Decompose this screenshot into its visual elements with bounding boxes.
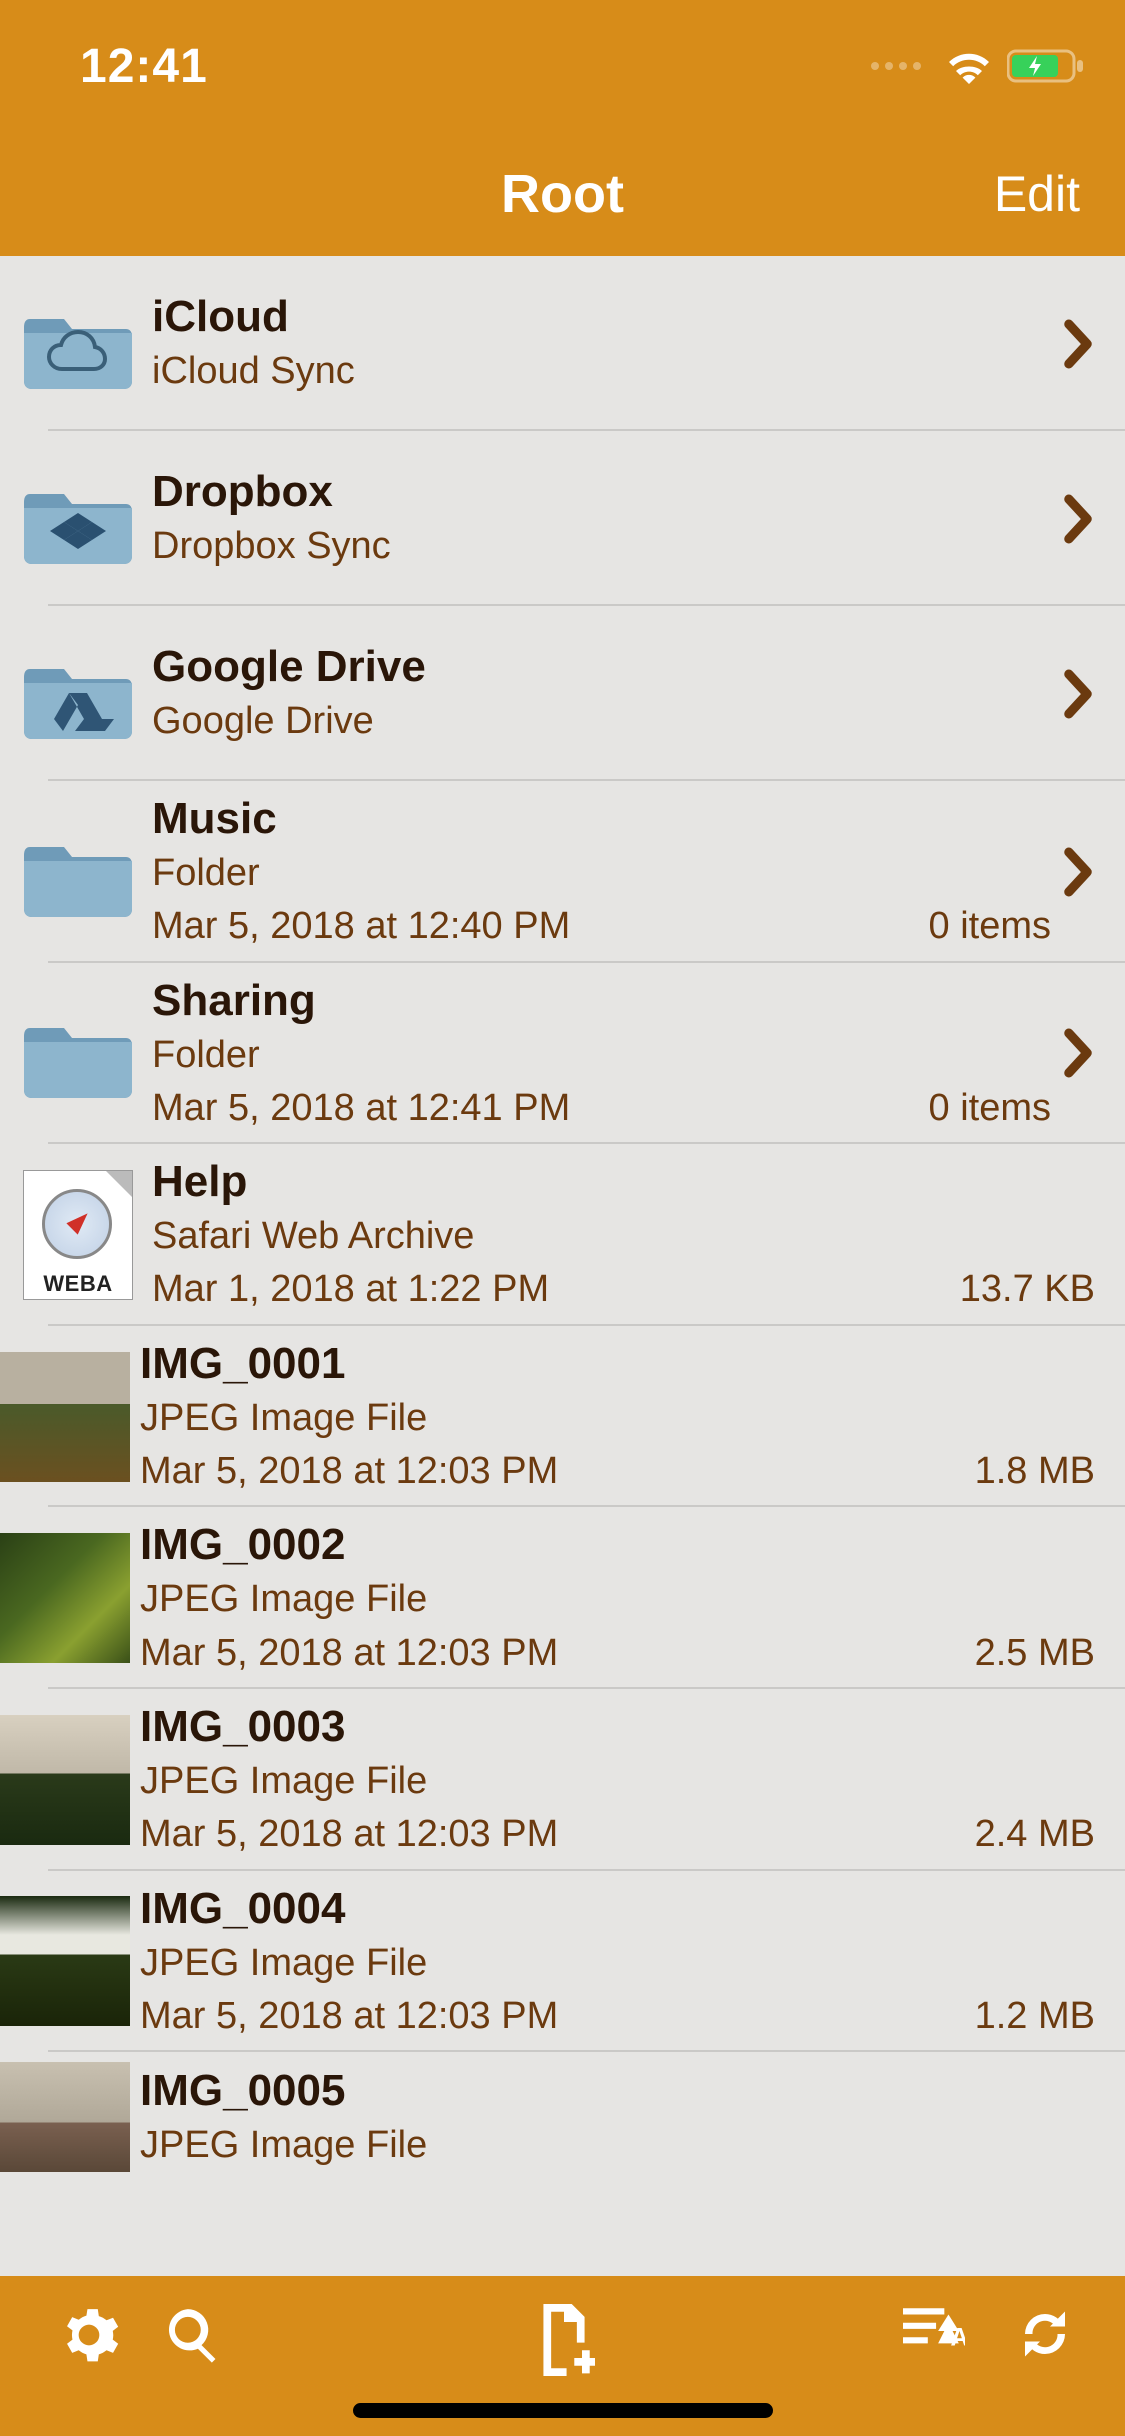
refresh-button[interactable] xyxy=(1015,2304,1075,2364)
item-date: Mar 5, 2018 at 12:03 PM xyxy=(140,1446,955,1497)
status-right xyxy=(871,47,1085,85)
wifi-icon xyxy=(945,48,993,84)
item-sub: Folder xyxy=(152,848,1051,899)
item-sub: Dropbox Sync xyxy=(152,521,1051,572)
list-item-img4[interactable]: IMG_0004 JPEG Image File Mar 5, 2018 at … xyxy=(0,1871,1125,2053)
item-date: Mar 5, 2018 at 12:03 PM xyxy=(140,1809,955,1860)
list-item-img3[interactable]: IMG_0003 JPEG Image File Mar 5, 2018 at … xyxy=(0,1689,1125,1871)
list-item-gdrive[interactable]: Google Drive Google Drive xyxy=(0,606,1125,781)
item-size: 13.7 KB xyxy=(960,1268,1095,1311)
folder-icon xyxy=(24,1008,132,1098)
chevron-right-icon xyxy=(1061,318,1095,370)
thumbnail-icon xyxy=(0,1896,130,2026)
list-item-help[interactable]: WEBA Help Safari Web Archive Mar 1, 2018… xyxy=(0,1144,1125,1326)
home-indicator xyxy=(353,2403,773,2418)
new-file-button[interactable] xyxy=(533,2304,595,2376)
item-sub: iCloud Sync xyxy=(152,346,1051,397)
chevron-right-icon xyxy=(1061,846,1095,898)
status-bar: 12:41 xyxy=(0,0,1125,132)
item-sub: Folder xyxy=(152,1030,1051,1081)
chevron-right-icon xyxy=(1061,1027,1095,1079)
list-item-music[interactable]: Music Folder Mar 5, 2018 at 12:40 PM 0 i… xyxy=(0,781,1125,963)
settings-button[interactable] xyxy=(58,2304,120,2366)
item-size: 0 items xyxy=(929,905,1051,948)
thumbnail-icon xyxy=(0,2062,130,2172)
edit-button[interactable]: Edit xyxy=(994,165,1080,223)
item-name: Music xyxy=(152,791,1051,846)
item-sub: JPEG Image File xyxy=(140,1938,1095,1989)
item-sub: JPEG Image File xyxy=(140,1756,1095,1807)
webarchive-icon: WEBA xyxy=(23,1170,133,1300)
item-size: 2.5 MB xyxy=(975,1632,1095,1675)
list-item-sharing[interactable]: Sharing Folder Mar 5, 2018 at 12:41 PM 0… xyxy=(0,963,1125,1145)
list-item-img2[interactable]: IMG_0002 JPEG Image File Mar 5, 2018 at … xyxy=(0,1507,1125,1689)
item-date: Mar 5, 2018 at 12:03 PM xyxy=(140,1628,955,1679)
webarchive-badge: WEBA xyxy=(43,1271,112,1299)
svg-text:A: A xyxy=(951,2324,965,2351)
item-date: Mar 5, 2018 at 12:41 PM xyxy=(152,1083,909,1134)
item-size: 1.2 MB xyxy=(975,1995,1095,2038)
item-sub: JPEG Image File xyxy=(140,2120,1095,2171)
item-date: Mar 5, 2018 at 12:40 PM xyxy=(152,901,909,952)
search-button[interactable] xyxy=(162,2304,224,2366)
folder-gdrive-icon xyxy=(24,649,132,739)
item-name: IMG_0003 xyxy=(140,1699,1095,1754)
list-item-img5[interactable]: IMG_0005 JPEG Image File xyxy=(0,2052,1125,2182)
item-name: IMG_0002 xyxy=(140,1517,1095,1572)
item-name: Google Drive xyxy=(152,639,1051,694)
thumbnail-icon xyxy=(0,1533,130,1663)
folder-cloud-icon xyxy=(24,299,132,389)
item-size: 2.4 MB xyxy=(975,1813,1095,1856)
list-item-img1[interactable]: IMG_0001 JPEG Image File Mar 5, 2018 at … xyxy=(0,1326,1125,1508)
item-size: 0 items xyxy=(929,1087,1051,1130)
folder-icon xyxy=(24,827,132,917)
item-name: Sharing xyxy=(152,973,1051,1028)
item-name: Dropbox xyxy=(152,464,1051,519)
sort-button[interactable]: A xyxy=(903,2304,965,2358)
list-item-dropbox[interactable]: Dropbox Dropbox Sync xyxy=(0,431,1125,606)
item-date: Mar 1, 2018 at 1:22 PM xyxy=(152,1264,940,1315)
thumbnail-icon xyxy=(0,1352,130,1482)
item-name: iCloud xyxy=(152,289,1051,344)
item-name: IMG_0001 xyxy=(140,1336,1095,1391)
list-item-icloud[interactable]: iCloud iCloud Sync xyxy=(0,256,1125,431)
cellular-dots-icon xyxy=(871,62,921,70)
nav-bar: Root Edit xyxy=(0,132,1125,256)
status-time: 12:41 xyxy=(80,39,208,94)
item-sub: Safari Web Archive xyxy=(152,1211,1095,1262)
item-sub: JPEG Image File xyxy=(140,1574,1095,1625)
item-sub: Google Drive xyxy=(152,696,1051,747)
thumbnail-icon xyxy=(0,1715,130,1845)
page-title: Root xyxy=(501,163,624,225)
item-name: IMG_0005 xyxy=(140,2063,1095,2118)
item-name: IMG_0004 xyxy=(140,1881,1095,1936)
file-list: iCloud iCloud Sync Dropbox Dropbox Sync xyxy=(0,256,1125,2182)
battery-icon xyxy=(1007,47,1085,85)
item-date: Mar 5, 2018 at 12:03 PM xyxy=(140,1991,955,2042)
chevron-right-icon xyxy=(1061,668,1095,720)
item-sub: JPEG Image File xyxy=(140,1393,1095,1444)
folder-dropbox-icon xyxy=(24,474,132,564)
item-size: 1.8 MB xyxy=(975,1450,1095,1493)
item-name: Help xyxy=(152,1154,1095,1209)
chevron-right-icon xyxy=(1061,493,1095,545)
